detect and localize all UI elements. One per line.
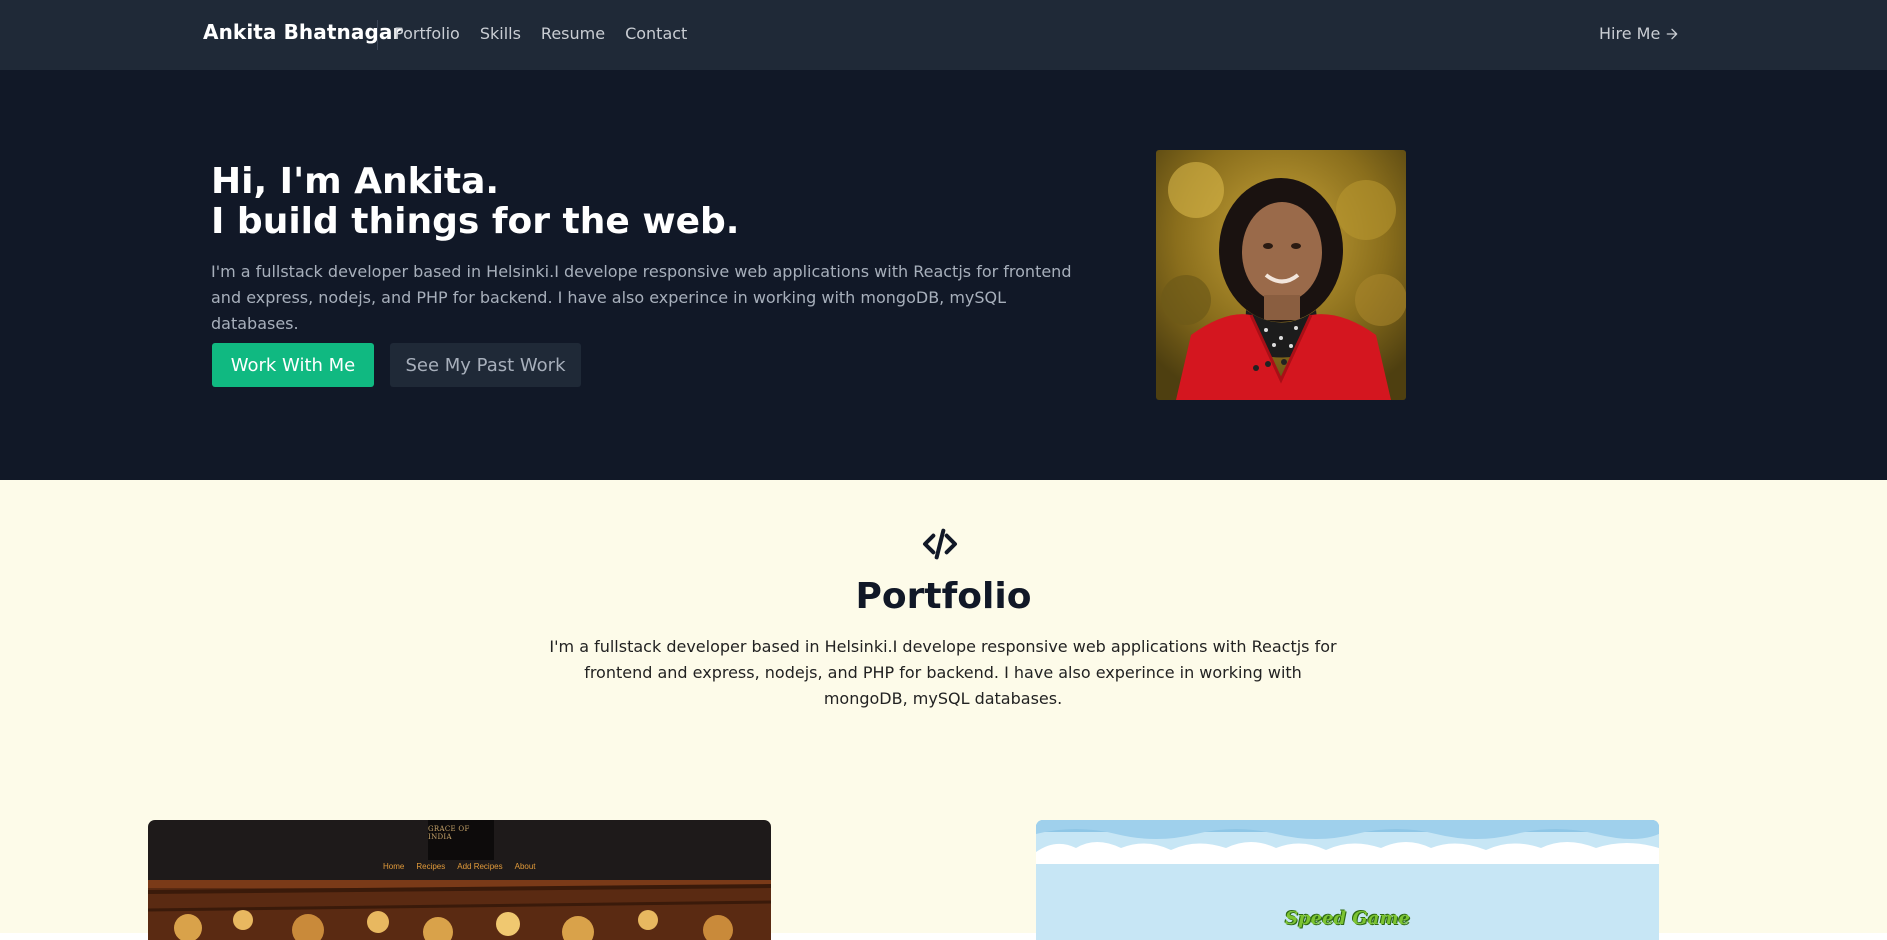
project-card-grace-of-india[interactable]: GRACE OF INDIA Home Recipes Add Recipes … [148,820,771,940]
speed-game-title: Speed Game [1285,908,1410,929]
arrow-right-icon [1666,28,1678,39]
grace-of-india-logo: GRACE OF INDIA [428,820,494,860]
nav-link-portfolio[interactable]: Portfolio [394,24,460,43]
grace-nav-add-recipes: Add Recipes [457,862,503,871]
grace-of-india-nav: Home Recipes Add Recipes About [383,862,536,871]
restaurant-interior-graphic [148,880,771,940]
code-icon [923,528,957,560]
project-card-speed-game[interactable]: Speed Game [1036,820,1659,940]
grace-of-india-logo-text: GRACE OF INDIA [428,825,470,841]
hire-me-button[interactable]: Hire Me [1599,24,1680,43]
grace-nav-home: Home [383,862,405,871]
hero-section: Hi, I'm Ankita. I build things for the w… [0,70,1887,480]
hire-me-label: Hire Me [1599,24,1661,43]
work-with-me-button[interactable]: Work With Me [212,343,374,387]
portfolio-title: Portfolio [855,576,1032,617]
grace-nav-recipes: Recipes [416,862,446,871]
hero-title: Hi, I'm Ankita. I build things for the w… [211,162,739,242]
nav-link-resume[interactable]: Resume [541,24,605,43]
hero-title-line2: I build things for the web. [211,201,740,242]
hero-description: I'm a fullstack developer based in Helsi… [211,262,1072,333]
navbar: Ankita Bhatnagar Portfolio Skills Resume… [0,0,1887,70]
nav-links: Portfolio Skills Resume Contact [394,24,687,43]
grace-of-india-preview-image [148,880,771,940]
portfolio-description: I'm a fullstack developer based in Helsi… [549,637,1337,708]
nav-link-contact[interactable]: Contact [625,24,687,43]
profile-photo [1156,150,1406,400]
nav-link-skills[interactable]: Skills [480,24,521,43]
see-past-work-button[interactable]: See My Past Work [390,343,581,387]
profile-photo-graphic [1156,150,1406,400]
nav-divider [377,20,378,50]
portfolio-section: Portfolio I'm a fullstack developer base… [0,480,1887,940]
brand-name[interactable]: Ankita Bhatnagar [203,20,402,44]
hero-title-line1: Hi, I'm Ankita. [211,161,500,202]
grace-nav-about: About [514,862,536,871]
